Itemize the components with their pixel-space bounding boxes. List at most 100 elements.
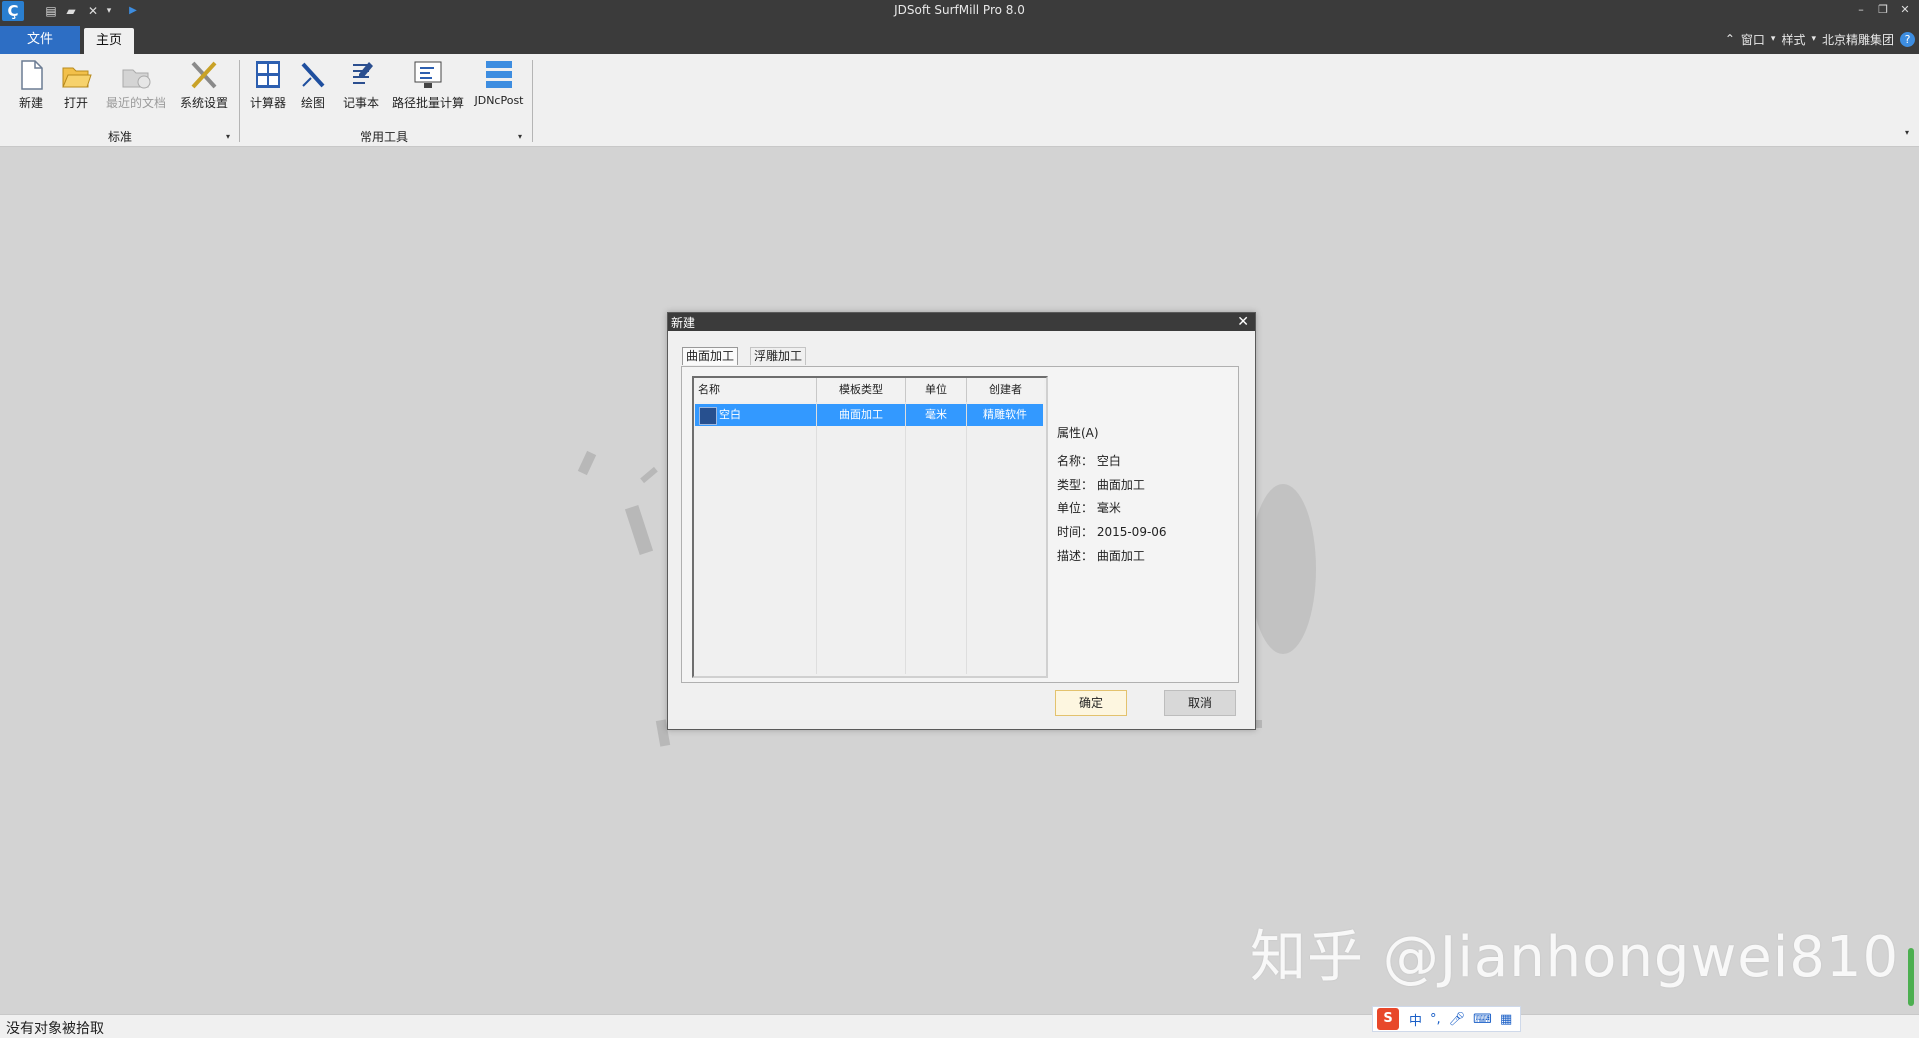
batch-path-calc-icon	[412, 58, 444, 92]
column-divider	[816, 402, 817, 674]
model-fragment	[577, 450, 597, 476]
tab-home[interactable]: 主页	[84, 28, 134, 54]
quick-access-more-icon[interactable]: ▶	[126, 4, 140, 18]
settings-tools-icon	[188, 58, 220, 92]
table-cell-type: 曲面加工	[817, 404, 905, 426]
punctuation-icon[interactable]: °,	[1430, 1012, 1441, 1027]
sogou-ime-icon[interactable]: S	[1377, 1008, 1399, 1030]
microphone-icon[interactable]: 🎤︎	[1449, 1012, 1466, 1027]
notepad-label: 记事本	[342, 96, 379, 110]
calculator-button[interactable]: 计算器	[248, 58, 288, 111]
open-button-label: 打开	[63, 96, 88, 110]
status-bar: 没有对象被拾取	[0, 1014, 1919, 1038]
new-button-label: 新建	[18, 96, 43, 110]
row-name-text: 空白	[719, 408, 741, 421]
column-header-template-type[interactable]: 模板类型	[817, 378, 906, 402]
ribbon-options-icon[interactable]: ▾	[1905, 128, 1909, 137]
template-icon	[699, 407, 717, 425]
collapse-ribbon-icon[interactable]: ⌃	[1725, 32, 1735, 46]
company-menu[interactable]: 北京精雕集团	[1822, 31, 1894, 48]
ribbon-tab-row: 文件 主页 ⌃ 窗口 ▾ 样式 ▾ 北京精雕集团 ?	[0, 22, 1919, 54]
new-document-icon	[15, 58, 47, 92]
toolbox-icon[interactable]: ▦	[1500, 1012, 1512, 1027]
minimize-icon[interactable]: –	[1852, 1, 1870, 19]
calculator-label: 计算器	[249, 96, 286, 110]
dialog-title: 新建	[671, 316, 696, 330]
open-folder-icon	[60, 58, 92, 92]
watermark: 知乎 @Jianhongwei810	[1250, 925, 1900, 990]
restore-icon[interactable]: ❐	[1874, 1, 1892, 19]
draw-label: 绘图	[300, 96, 325, 110]
jdncpost-button[interactable]: JDNcPost	[474, 58, 524, 107]
quick-access-dropdown-icon[interactable]: ▾	[102, 4, 116, 18]
top-right-menu: ⌃ 窗口 ▾ 样式 ▾ 北京精雕集团 ?	[1719, 28, 1919, 50]
ribbon: 新建 打开 最近的文档 系统设置 标准 ▾ 计算器 绘图 记事本 路径批量计算 …	[0, 54, 1919, 147]
ime-toolbar: S 中 °, 🎤︎ ⌨ ▦	[1372, 1006, 1522, 1032]
notepad-button[interactable]: 记事本	[340, 58, 382, 111]
new-button[interactable]: 新建	[12, 58, 50, 111]
keyboard-icon[interactable]: ⌨	[1473, 1012, 1492, 1027]
group-separator	[239, 60, 240, 142]
status-text: 没有对象被拾取	[6, 1021, 104, 1037]
column-divider	[966, 402, 967, 674]
model-wheel-fragment	[1250, 484, 1316, 654]
quick-open-icon[interactable]: ▰	[64, 4, 78, 18]
group-label-common-tools: 常用工具	[360, 130, 409, 144]
system-settings-button[interactable]: 系统设置	[176, 58, 232, 111]
column-divider	[905, 402, 906, 674]
standard-group-launcher-icon[interactable]: ▾	[226, 132, 230, 141]
jdncpost-icon	[483, 58, 515, 92]
title-bar: Ç ▤ ▰ ✕ ▾ ▶ JDSoft SurfMill Pro 8.0 – ❐ …	[0, 0, 1919, 22]
batch-path-calc-label: 路径批量计算	[391, 96, 464, 110]
property-time: 时间： 2015-09-06	[1057, 525, 1167, 539]
company-dropdown-icon[interactable]: ▾	[1811, 34, 1816, 44]
template-list[interactable]: 名称 模板类型 单位 创建者 空白 曲面加工 毫米 精雕软件	[692, 376, 1048, 678]
side-indicator	[1908, 948, 1914, 1006]
help-icon[interactable]: ?	[1900, 31, 1915, 47]
model-fragment	[640, 466, 658, 484]
open-button[interactable]: 打开	[58, 58, 94, 111]
window-menu[interactable]: 窗口	[1741, 31, 1765, 48]
recent-docs-label: 最近的文档	[105, 96, 166, 110]
column-header-unit[interactable]: 单位	[906, 378, 967, 402]
jdncpost-label: JDNcPost	[474, 94, 524, 107]
batch-path-calc-button[interactable]: 路径批量计算	[388, 58, 468, 111]
calculator-icon	[252, 58, 284, 92]
property-description: 描述： 曲面加工	[1057, 549, 1145, 563]
style-dropdown-icon[interactable]: ▾	[1771, 34, 1776, 44]
dialog-title-bar: 新建 ✕	[668, 313, 1255, 331]
tab-relief-machining[interactable]: 浮雕加工	[750, 347, 807, 365]
draw-button[interactable]: 绘图	[297, 58, 329, 111]
tab-surface-machining[interactable]: 曲面加工	[682, 347, 739, 365]
group-label-standard: 标准	[108, 130, 133, 144]
recent-docs-button[interactable]: 最近的文档	[101, 58, 171, 111]
group-separator	[532, 60, 533, 142]
ime-mode[interactable]: 中	[1409, 1010, 1422, 1029]
property-type: 类型： 曲面加工	[1057, 478, 1145, 492]
ok-button[interactable]: 确定	[1055, 690, 1127, 716]
column-header-name[interactable]: 名称	[694, 378, 817, 402]
properties-header: 属性(A)	[1057, 426, 1099, 440]
table-cell-name: 空白	[695, 404, 816, 426]
new-document-dialog: 新建 ✕ 曲面加工 浮雕加工 名称 模板类型 单位 创建者 空白 曲面加工 毫米…	[667, 312, 1256, 730]
property-name: 名称： 空白	[1057, 454, 1121, 468]
quick-new-icon[interactable]: ▤	[44, 4, 58, 18]
window-title: JDSoft SurfMill Pro 8.0	[894, 3, 1025, 17]
table-cell-unit: 毫米	[906, 404, 966, 426]
recent-docs-icon	[120, 58, 152, 92]
app-logo-icon[interactable]: Ç	[2, 1, 24, 21]
property-unit: 单位： 毫米	[1057, 501, 1121, 515]
column-header-creator[interactable]: 创建者	[967, 378, 1044, 402]
system-settings-label: 系统设置	[179, 96, 228, 110]
tab-file[interactable]: 文件	[0, 26, 80, 54]
model-fragment	[624, 505, 654, 555]
notepad-icon	[345, 58, 377, 92]
quick-settings-icon[interactable]: ✕	[86, 4, 100, 18]
tools-group-launcher-icon[interactable]: ▾	[518, 132, 522, 141]
style-menu[interactable]: 样式	[1781, 31, 1805, 48]
close-window-icon[interactable]: ✕	[1896, 1, 1914, 19]
table-cell-creator: 精雕软件	[967, 404, 1043, 426]
pen-icon	[297, 58, 329, 92]
cancel-button[interactable]: 取消	[1164, 690, 1236, 716]
dialog-close-icon[interactable]: ✕	[1237, 313, 1249, 331]
